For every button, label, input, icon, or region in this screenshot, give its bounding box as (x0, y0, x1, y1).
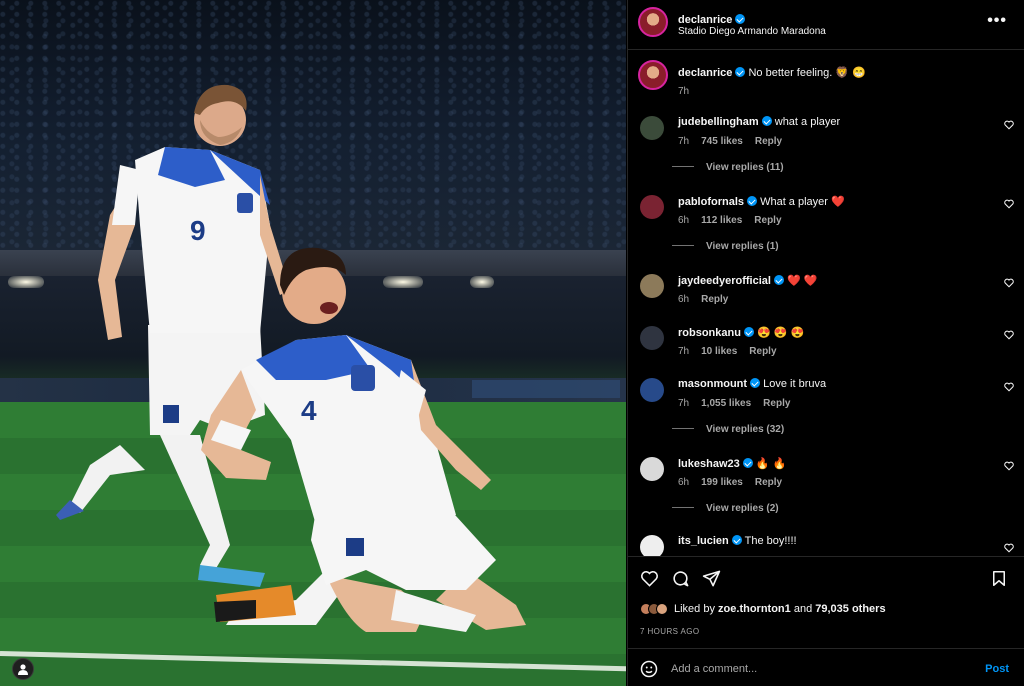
emoji-icon[interactable] (640, 660, 658, 678)
post-actions: Liked by zoe.thornton1 and 79,035 others… (628, 556, 1024, 648)
likes-summary[interactable]: Liked by zoe.thornton1 and 79,035 others (640, 603, 886, 615)
reply-button[interactable]: Reply (755, 477, 782, 488)
player-four: 4 (201, 247, 526, 632)
comment-time: 6h (678, 294, 690, 305)
comment-text: 🔥 🔥 (755, 458, 787, 470)
comment-time: 6h (678, 215, 690, 226)
comment-text: what a player (774, 116, 841, 128)
likes-middle: and (793, 603, 813, 615)
post-details-panel: declanrice Stadio Diego Armando Maradona… (627, 0, 1024, 686)
verified-icon (750, 378, 761, 388)
player-four-number: 4 (301, 395, 317, 426)
author-username[interactable]: declanrice (678, 14, 732, 26)
user-icon (18, 664, 28, 675)
caption-time: 7h (678, 86, 690, 97)
reply-button[interactable]: Reply (749, 346, 776, 357)
caption-text: No better feeling. 🦁 😁 (748, 67, 866, 79)
comment-time: 6h (678, 477, 690, 488)
liker-avatar (656, 603, 668, 615)
more-options-icon[interactable]: ••• (987, 12, 1007, 30)
commenter-avatar[interactable] (640, 378, 664, 402)
commenter-username[interactable]: judebellingham (678, 116, 759, 128)
comment-likes[interactable]: 1,055 likes (701, 398, 751, 409)
heart-icon[interactable] (1004, 199, 1014, 209)
heart-icon[interactable] (1004, 120, 1014, 130)
comment-text: What a player ❤️ (760, 196, 845, 208)
comment-text: 😍 😍 😍 (757, 327, 805, 339)
view-replies-button[interactable]: View replies (11) (672, 162, 784, 173)
verified-icon (747, 196, 758, 206)
post-photo[interactable]: 9 4 (0, 0, 626, 686)
commenter-username[interactable]: robsonkanu (678, 327, 741, 339)
post-time-ago: 7 HOURS AGO (640, 627, 700, 636)
heart-icon[interactable] (1004, 461, 1014, 471)
comment-likes[interactable]: 112 likes (701, 215, 742, 226)
comment-text: ❤️ ❤️ (787, 275, 818, 287)
reply-button[interactable]: Reply (755, 136, 782, 147)
share-icon[interactable] (702, 569, 721, 588)
tagged-users-button[interactable] (12, 658, 34, 680)
verified-icon (731, 535, 742, 545)
reply-button[interactable]: Reply (754, 215, 781, 226)
comment-time: 7h (678, 136, 690, 147)
comment-composer: Add a comment... Post (628, 648, 1024, 686)
heart-icon[interactable] (1004, 543, 1014, 553)
comment-likes[interactable]: 199 likes (701, 477, 743, 488)
commenter-avatar[interactable] (640, 457, 664, 481)
comment-time: 7h (678, 346, 690, 357)
author-avatar[interactable] (638, 7, 668, 37)
commenter-avatar[interactable] (640, 195, 664, 219)
view-replies-button[interactable]: View replies (1) (672, 241, 779, 252)
caption-username[interactable]: declanrice (678, 67, 732, 79)
likes-prefix: Liked by (674, 603, 715, 615)
commenter-username[interactable]: masonmount (678, 378, 747, 390)
post-location[interactable]: Stadio Diego Armando Maradona (678, 26, 826, 37)
verified-icon (761, 116, 772, 126)
bookmark-icon[interactable] (990, 569, 1008, 588)
commenter-username[interactable]: lukeshaw23 (678, 458, 740, 470)
view-replies-button[interactable]: View replies (32) (672, 424, 784, 435)
commenter-avatar[interactable] (640, 274, 664, 298)
verified-icon (735, 14, 746, 24)
comment-likes[interactable]: 10 likes (701, 346, 737, 357)
commenter-username[interactable]: jaydeedyerofficial (678, 275, 771, 287)
reply-button[interactable]: Reply (763, 398, 790, 409)
comment-time: 7h (678, 398, 690, 409)
likes-user[interactable]: zoe.thornton1 (718, 603, 791, 615)
comment-likes[interactable]: 745 likes (701, 136, 743, 147)
comment-icon[interactable] (671, 569, 690, 588)
comment-input[interactable]: Add a comment... (671, 663, 757, 675)
verified-icon (773, 275, 784, 285)
comments-list[interactable]: declanrice No better feeling. 🦁 😁 7h jud… (628, 52, 1024, 556)
heart-icon[interactable] (640, 569, 659, 588)
commenter-username[interactable]: pablofornals (678, 196, 744, 208)
verified-icon (735, 67, 746, 77)
heart-icon[interactable] (1004, 330, 1014, 340)
likes-count[interactable]: 79,035 others (815, 603, 885, 615)
heart-icon[interactable] (1004, 278, 1014, 288)
heart-icon[interactable] (1004, 382, 1014, 392)
verified-icon (742, 458, 753, 468)
commenter-avatar[interactable] (640, 535, 664, 556)
commenter-avatar[interactable] (640, 116, 664, 140)
comment-text: The boy!!!! (744, 535, 797, 547)
commenter-username[interactable]: its_lucien (678, 535, 729, 547)
post-comment-button[interactable]: Post (985, 663, 1009, 675)
caption-avatar[interactable] (638, 60, 668, 90)
view-replies-button[interactable]: View replies (2) (672, 503, 779, 514)
reply-button[interactable]: Reply (701, 294, 728, 305)
verified-icon (743, 327, 754, 337)
commenter-avatar[interactable] (640, 326, 664, 350)
comment-text: Love it bruva (763, 378, 827, 390)
caption: declanrice No better feeling. 🦁 😁 7h (638, 60, 1008, 102)
post-header: declanrice Stadio Diego Armando Maradona… (628, 0, 1024, 50)
